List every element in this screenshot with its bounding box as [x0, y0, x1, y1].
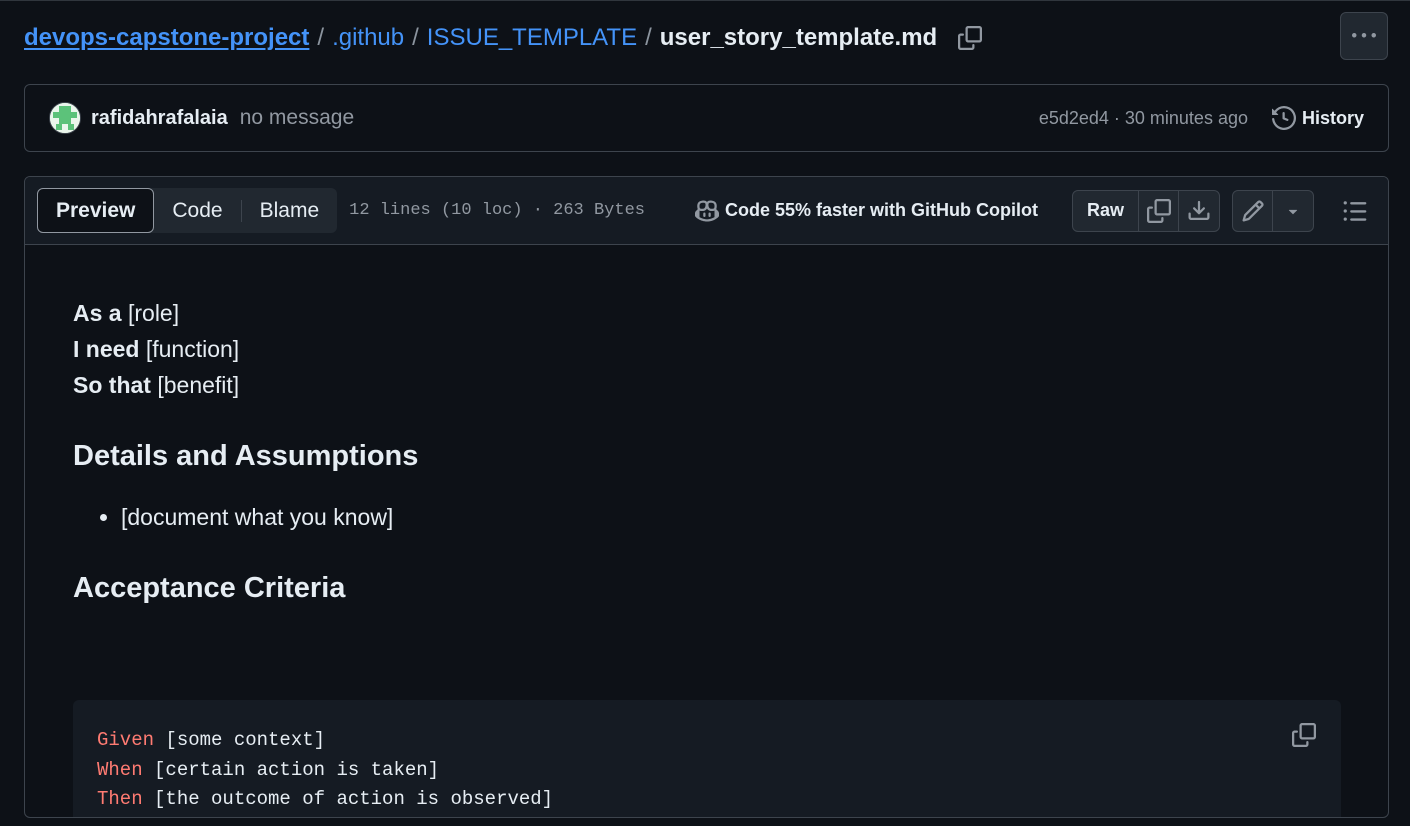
story-line-role-label: As a [73, 300, 122, 326]
code-line: Given [some context] [97, 726, 1317, 756]
commit-message[interactable]: no message [240, 106, 354, 130]
breadcrumb-separator: / [645, 24, 652, 51]
code-keyword: Given [97, 729, 155, 751]
kebab-horizontal-icon [1352, 33, 1376, 38]
history-label: History [1301, 107, 1364, 128]
code-text: [some context] [154, 729, 326, 751]
download-icon [1188, 200, 1210, 220]
latest-commit-bar: rafidahrafalaia no message e5d2ed4 · 30 … [24, 84, 1389, 152]
avatar[interactable] [49, 102, 81, 134]
history-icon [1271, 106, 1296, 130]
breadcrumb-github-link[interactable]: .github [332, 24, 404, 52]
story-line-function: I need [function] [73, 331, 1340, 367]
file-stats: 12 lines (10 loc) · 263 Bytes [349, 201, 645, 220]
breadcrumb: devops-capstone-project / .github / ISSU… [24, 22, 983, 54]
code-line: Then [the outcome of action is observed] [97, 785, 1317, 815]
tab-preview[interactable]: Preview [37, 188, 155, 233]
more-options-button[interactable] [1340, 12, 1388, 60]
breadcrumb-issue-template-link[interactable]: ISSUE_TEMPLATE [427, 24, 637, 52]
file-actions: Raw [1071, 189, 1376, 232]
raw-copy-download-group: Raw [1071, 189, 1220, 232]
markdown-body: As a [role] I need [function] So that [b… [25, 245, 1388, 817]
commit-info: e5d2ed4 · 30 minutes ago History [1039, 106, 1364, 130]
code-line: When [certain action is taken] [97, 756, 1317, 786]
story-line-role: As a [role] [73, 295, 1340, 331]
edit-group [1232, 189, 1314, 232]
list-item: [document what you know] [121, 499, 1340, 535]
copy-raw-button[interactable] [1139, 190, 1179, 231]
details-heading: Details and Assumptions [73, 440, 419, 472]
copilot-promo-text: Code 55% faster with GitHub Copilot [724, 200, 1038, 220]
copy-code-button[interactable] [1289, 720, 1319, 750]
breadcrumb-separator: / [412, 24, 419, 51]
breadcrumb-current-file: user_story_template.md [659, 24, 938, 51]
raw-button[interactable]: Raw [1073, 190, 1139, 231]
download-button[interactable] [1179, 191, 1219, 231]
code-keyword: Then [97, 788, 143, 810]
story-line-function-label: I need [73, 336, 140, 362]
commit-time: 30 minutes ago [1124, 107, 1248, 128]
copy-path-icon[interactable] [957, 25, 983, 51]
code-text: [certain action is taken] [142, 758, 440, 781]
file-header: Preview Code Blame 12 lines (10 loc) · 2… [25, 177, 1388, 245]
code-text: [the outcome of action is observed] [142, 788, 554, 810]
edit-file-button[interactable] [1233, 190, 1273, 231]
story-line-role-value: [role] [121, 300, 180, 326]
copilot-icon [694, 199, 719, 222]
copy-icon [1292, 723, 1316, 747]
triangle-down-icon [1288, 209, 1298, 214]
code-keyword: When [97, 758, 143, 781]
breadcrumb-separator: / [317, 24, 325, 51]
edit-options-dropdown[interactable] [1273, 191, 1313, 231]
acceptance-heading: Acceptance Criteria [73, 572, 346, 604]
tab-blame[interactable]: Blame [242, 188, 338, 233]
list-unordered-icon [1343, 200, 1367, 221]
commit-sha-link[interactable]: e5d2ed4 [1039, 108, 1109, 129]
details-list: [document what you know] [73, 499, 1340, 535]
story-line-benefit-label: So that [73, 372, 151, 398]
story-line-benefit: So that [benefit] [73, 367, 1340, 403]
pencil-icon [1241, 199, 1264, 222]
history-button[interactable]: History [1271, 106, 1364, 130]
story-line-function-value: [function] [139, 336, 240, 362]
copy-icon [1146, 198, 1171, 223]
copilot-promo-link[interactable]: Code 55% faster with GitHub Copilot [694, 199, 1038, 223]
breadcrumb-repo-link[interactable]: devops-capstone-project [24, 24, 309, 52]
view-mode-tabs: Preview Code Blame [37, 188, 338, 233]
commit-dot-separator: · [1113, 107, 1120, 128]
top-divider [0, 0, 1410, 1]
code-block: Given [some context] When [certain actio… [73, 700, 1341, 817]
file-viewer: Preview Code Blame 12 lines (10 loc) · 2… [24, 176, 1389, 818]
commit-author-link[interactable]: rafidahrafalaia [91, 107, 228, 130]
story-line-benefit-value: [benefit] [150, 372, 240, 398]
outline-toggle-button[interactable] [1334, 190, 1376, 232]
tab-code[interactable]: Code [154, 188, 240, 233]
